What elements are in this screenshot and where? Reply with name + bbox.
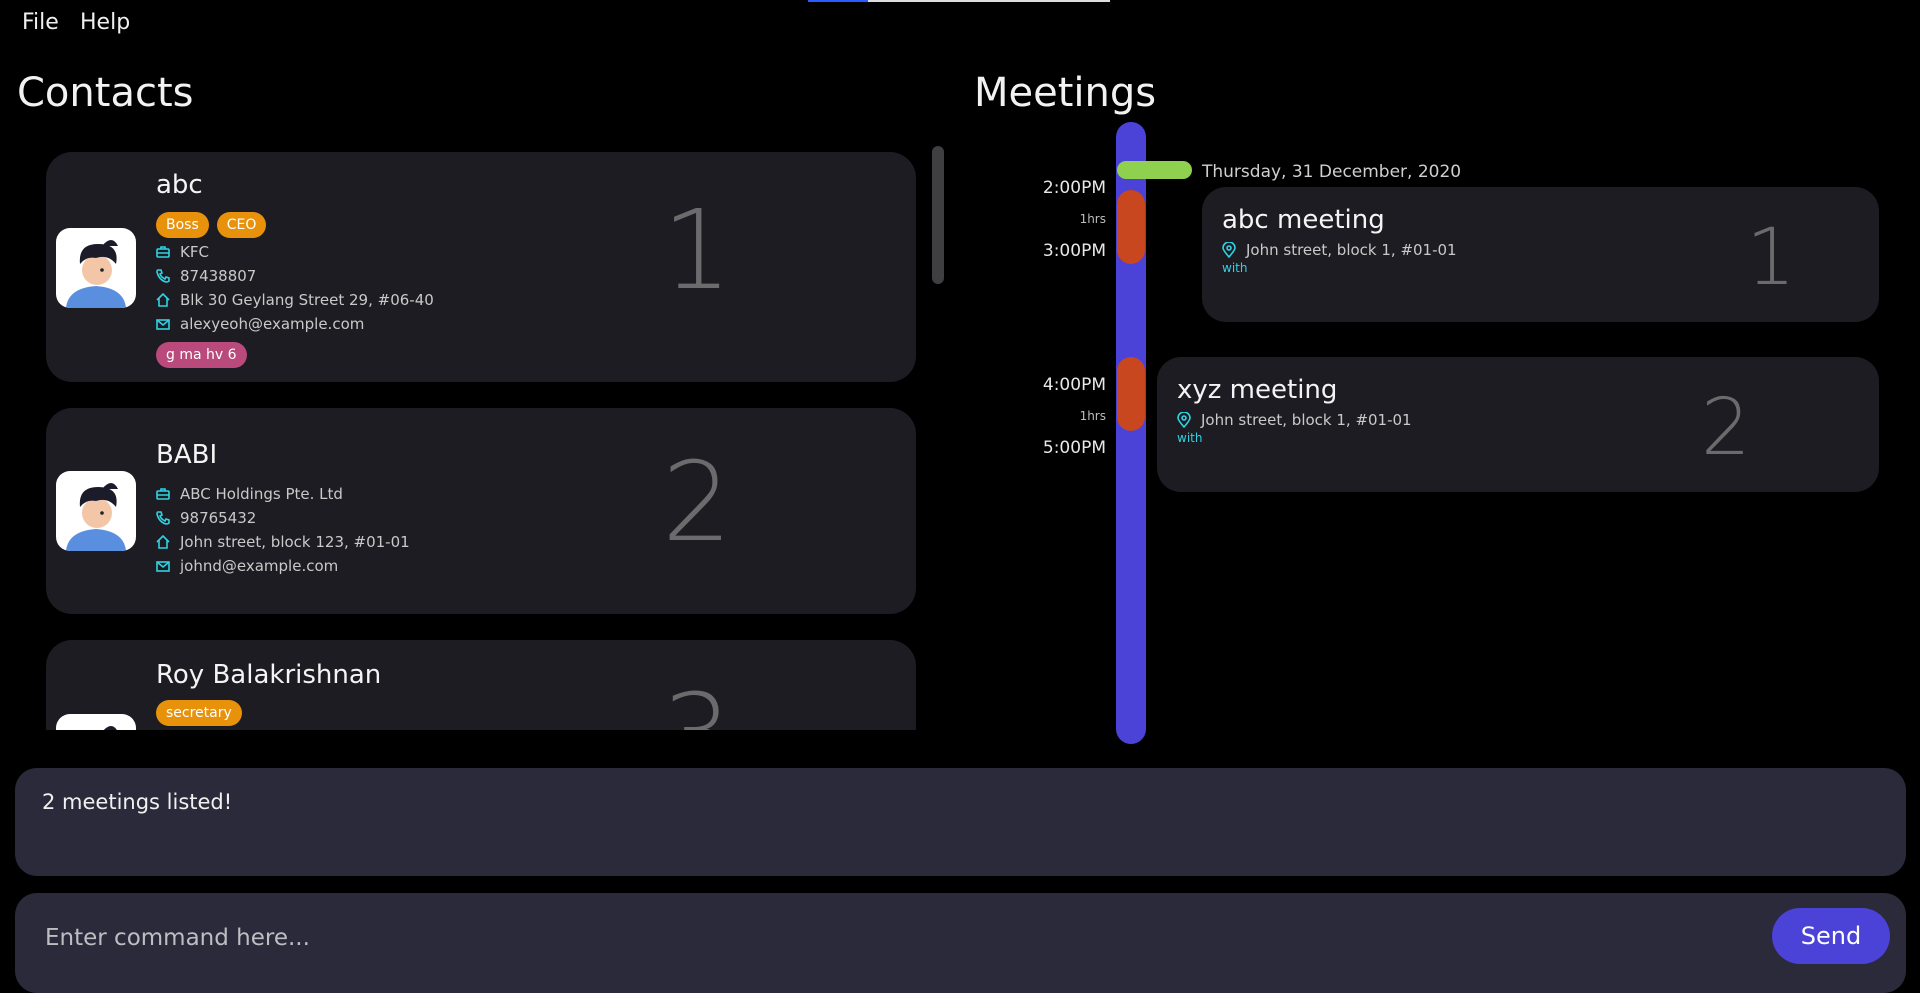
home-icon	[156, 293, 170, 307]
timeline-date: Thursday, 31 December, 2020	[1202, 162, 1462, 182]
avatar	[56, 228, 136, 308]
address-row: Blk 30 Geylang Street 29, #06-40	[156, 288, 434, 312]
avatar	[56, 471, 136, 551]
meeting-location: John street, block 1, #01-01	[1246, 241, 1457, 259]
meeting-index: 1	[1746, 213, 1796, 303]
contact-company: KFC	[180, 243, 209, 261]
send-button[interactable]: Send	[1772, 908, 1890, 964]
remark-badge: g ma hv 6	[156, 342, 247, 368]
location-pin-icon	[1177, 412, 1191, 428]
menu-file[interactable]: File	[22, 10, 59, 35]
avatar	[56, 714, 136, 730]
meetings-title: Meetings	[974, 70, 1157, 116]
top-progress-indicator	[808, 0, 1110, 2]
result-display: 2 meetings listed!	[15, 768, 1906, 876]
command-input[interactable]	[43, 915, 1767, 961]
contacts-title: Contacts	[17, 70, 194, 116]
home-icon	[156, 535, 170, 549]
duration-label: 1hrs	[1079, 409, 1106, 423]
mail-icon	[156, 319, 170, 330]
company-row: ABC Holdings Pte. Ltd	[156, 482, 343, 506]
timeline-meeting-block[interactable]	[1117, 357, 1145, 431]
location-pin-icon	[1222, 242, 1236, 258]
menu-help[interactable]: Help	[80, 10, 130, 35]
command-box: Send	[15, 893, 1906, 993]
contact-index: 1	[662, 186, 732, 314]
meeting-with-label: with	[1177, 431, 1203, 445]
company-row: KFC	[156, 240, 209, 264]
time-label: 3:00PM	[1042, 241, 1106, 261]
meeting-location-row: John street, block 1, #01-01	[1177, 411, 1412, 429]
duration-label: 1hrs	[1079, 212, 1106, 226]
phone-icon	[156, 511, 170, 525]
result-message: 2 meetings listed!	[42, 790, 233, 814]
remark-list: g ma hv 6	[156, 342, 255, 368]
meeting-card[interactable]: abc meeting John street, block 1, #01-01…	[1202, 187, 1879, 322]
tag-badge: Boss	[156, 212, 209, 238]
briefcase-icon	[156, 488, 170, 500]
contact-card[interactable]: Roy Balakrishnan secretary 3	[46, 640, 916, 730]
date-marker	[1117, 161, 1192, 179]
meeting-index: 2	[1701, 383, 1751, 473]
meeting-location-row: John street, block 1, #01-01	[1222, 241, 1457, 259]
contact-email: johnd@example.com	[180, 557, 339, 575]
contact-name: BABI	[156, 440, 218, 470]
phone-row: 87438807	[156, 264, 256, 288]
contact-address: John street, block 123, #01-01	[180, 533, 410, 551]
meeting-card[interactable]: xyz meeting John street, block 1, #01-01…	[1157, 357, 1879, 492]
contact-list[interactable]: abc Boss CEO KFC 87438807 Blk 30 Geylang …	[46, 150, 916, 730]
email-row: alexyeoh@example.com	[156, 312, 364, 336]
contact-index: 3	[662, 670, 732, 730]
contact-company: ABC Holdings Pte. Ltd	[180, 485, 343, 503]
contact-email: alexyeoh@example.com	[180, 315, 365, 333]
phone-icon	[156, 269, 170, 283]
contact-phone: 98765432	[180, 509, 257, 527]
time-label: 5:00PM	[1042, 438, 1106, 458]
phone-row: 98765432	[156, 506, 256, 530]
contact-address: Blk 30 Geylang Street 29, #06-40	[180, 291, 434, 309]
meeting-with-label: with	[1222, 261, 1248, 275]
address-row: John street, block 123, #01-01	[156, 530, 410, 554]
contact-name: Roy Balakrishnan	[156, 660, 382, 690]
contact-card[interactable]: abc Boss CEO KFC 87438807 Blk 30 Geylang …	[46, 152, 916, 382]
contact-name: abc	[156, 170, 203, 200]
contact-card[interactable]: BABI ABC Holdings Pte. Ltd 98765432 John…	[46, 408, 916, 614]
email-row: johnd@example.com	[156, 554, 338, 578]
meeting-location: John street, block 1, #01-01	[1201, 411, 1412, 429]
briefcase-icon	[156, 246, 170, 258]
contact-index: 2	[662, 438, 732, 566]
mail-icon	[156, 561, 170, 572]
tag-badge: secretary	[156, 700, 242, 726]
meeting-title: abc meeting	[1222, 205, 1385, 235]
contact-phone: 87438807	[180, 267, 257, 285]
time-label: 2:00PM	[1042, 178, 1106, 198]
tag-badge: CEO	[216, 212, 267, 238]
tag-list: secretary	[156, 700, 250, 726]
tag-list: Boss CEO	[156, 212, 274, 238]
contact-list-scrollbar[interactable]	[932, 146, 944, 284]
meeting-title: xyz meeting	[1177, 375, 1338, 405]
timeline-meeting-block[interactable]	[1117, 190, 1145, 264]
time-label: 4:00PM	[1042, 375, 1106, 395]
